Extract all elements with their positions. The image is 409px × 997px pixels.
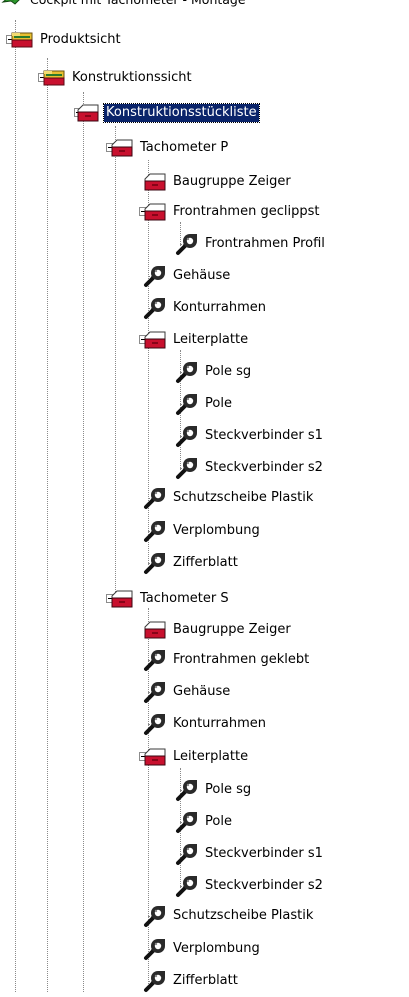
tree-node[interactable]: Zifferblatt [143, 548, 409, 578]
tree-node-label: Zifferblatt [173, 555, 238, 570]
tree-node[interactable]: Tachometer S [110, 584, 409, 614]
tree-node[interactable]: Leiterplatte [143, 742, 409, 772]
tree-node-label: Schutzscheibe Plastik [173, 490, 314, 505]
part-wrench-icon [143, 519, 169, 543]
part-wrench-icon [175, 392, 201, 416]
tree-node-label: Baugruppe Zeiger [173, 622, 291, 637]
bom-icon [143, 200, 169, 224]
bom-icon [110, 136, 136, 160]
tree-node-label: Tachometer S [140, 591, 229, 606]
tree-node[interactable]: Cockpit mit Tachometer - Montage [0, 0, 409, 15]
tree-node[interactable]: Schutzscheibe Plastik [143, 901, 409, 931]
tree-node-label: Gehäuse [173, 684, 231, 699]
part-wrench-icon [175, 842, 201, 866]
part-wrench-icon [143, 904, 169, 928]
tree-node-label: Frontrahmen Profil [205, 236, 325, 251]
part-wrench-icon [143, 551, 169, 575]
bom-icon [143, 328, 169, 352]
view-folder-icon [10, 28, 36, 52]
tree-node[interactable]: Verplombung [143, 934, 409, 964]
tree-node[interactable]: Konstruktionssicht [42, 63, 409, 93]
tree-connector [15, 20, 16, 992]
tree-node[interactable]: Frontrahmen Profil [175, 229, 409, 259]
part-wrench-icon [175, 360, 201, 384]
tree-node-label: Verplombung [173, 941, 260, 956]
tree-connector [115, 126, 116, 602]
part-wrench-icon [175, 424, 201, 448]
tree-node-label: Steckverbinder s2 [205, 460, 323, 475]
bom-icon [76, 101, 102, 125]
bom-icon [143, 618, 169, 642]
tree-node-label: Frontrahmen geclippst [173, 204, 320, 219]
tree-node[interactable]: Produktsicht [10, 25, 409, 55]
tree-node[interactable]: Baugruppe Zeiger [143, 167, 409, 197]
tree-node-label: Verplombung [173, 523, 260, 538]
tree-node-label: Konstruktionsstückliste [103, 103, 260, 123]
structure-tree: Cockpit mit Tachometer - Montage Produkts… [0, 0, 409, 992]
part-wrench-icon [175, 874, 201, 898]
tree-node[interactable]: Konstruktionsstückliste [76, 98, 409, 128]
tree-node[interactable]: Pole [175, 807, 409, 837]
assembly-root-icon [0, 0, 26, 12]
bom-icon [143, 745, 169, 769]
tree-node-label: Produktsicht [40, 32, 121, 47]
part-wrench-icon [143, 648, 169, 672]
tree-node-label: Steckverbinder s1 [205, 428, 323, 443]
tree-node-label: Zifferblatt [173, 973, 238, 988]
part-wrench-icon [175, 232, 201, 256]
part-wrench-icon [143, 969, 169, 993]
tree-node[interactable]: Tachometer P [110, 133, 409, 163]
bom-icon [110, 587, 136, 611]
tree-node-label: Konturrahmen [173, 716, 266, 731]
tree-node[interactable]: Steckverbinder s1 [175, 421, 409, 451]
tree-node[interactable]: Verplombung [143, 516, 409, 546]
tree-node[interactable]: Baugruppe Zeiger [143, 615, 409, 645]
tree-connector [83, 92, 84, 992]
tree-node[interactable]: Leiterplatte [143, 325, 409, 355]
tree-node-label: Leiterplatte [173, 749, 249, 764]
tree-node-label: Konturrahmen [173, 300, 266, 315]
tree-node-label: Pole [205, 814, 232, 829]
tree-node-label: Steckverbinder s1 [205, 846, 323, 861]
tree-node-label: Schutzscheibe Plastik [173, 908, 314, 923]
view-folder-icon [42, 66, 68, 90]
tree-node[interactable]: Pole [175, 389, 409, 419]
tree-node[interactable]: Steckverbinder s2 [175, 871, 409, 901]
tree-node-label: Pole sg [205, 364, 252, 379]
tree-node-label: Frontrahmen geklebt [173, 652, 310, 667]
tree-node-label: Pole [205, 396, 232, 411]
part-wrench-icon [143, 712, 169, 736]
tree-node-label: Cockpit mit Tachometer - Montage [28, 0, 248, 9]
part-wrench-icon [143, 296, 169, 320]
tree-node[interactable]: Schutzscheibe Plastik [143, 483, 409, 513]
part-wrench-icon [175, 778, 201, 802]
tree-node-label: Leiterplatte [173, 332, 249, 347]
tree-connector [47, 58, 48, 992]
part-wrench-icon [175, 810, 201, 834]
part-wrench-icon [143, 937, 169, 961]
tree-node-label: Baugruppe Zeiger [173, 174, 291, 189]
part-wrench-icon [143, 680, 169, 704]
tree-node[interactable]: Konturrahmen [143, 709, 409, 739]
tree-node[interactable]: Steckverbinder s1 [175, 839, 409, 869]
part-wrench-icon [143, 486, 169, 510]
tree-node[interactable]: Gehäuse [143, 677, 409, 707]
tree-node[interactable]: Steckverbinder s2 [175, 453, 409, 483]
part-wrench-icon [143, 264, 169, 288]
tree-node-label: Konstruktionssicht [72, 70, 192, 85]
tree-node-label: Steckverbinder s2 [205, 878, 323, 893]
tree-node[interactable]: Frontrahmen geclippst [143, 197, 409, 227]
tree-node-label: Gehäuse [173, 268, 231, 283]
tree-node[interactable]: Pole sg [175, 357, 409, 387]
tree-node[interactable]: Pole sg [175, 775, 409, 805]
tree-node[interactable]: Frontrahmen geklebt [143, 645, 409, 675]
bom-icon [143, 170, 169, 194]
tree-node[interactable]: Konturrahmen [143, 293, 409, 323]
part-wrench-icon [175, 456, 201, 480]
tree-node-label: Pole sg [205, 782, 252, 797]
tree-node-label: Tachometer P [140, 140, 229, 155]
tree-node[interactable]: Gehäuse [143, 261, 409, 291]
